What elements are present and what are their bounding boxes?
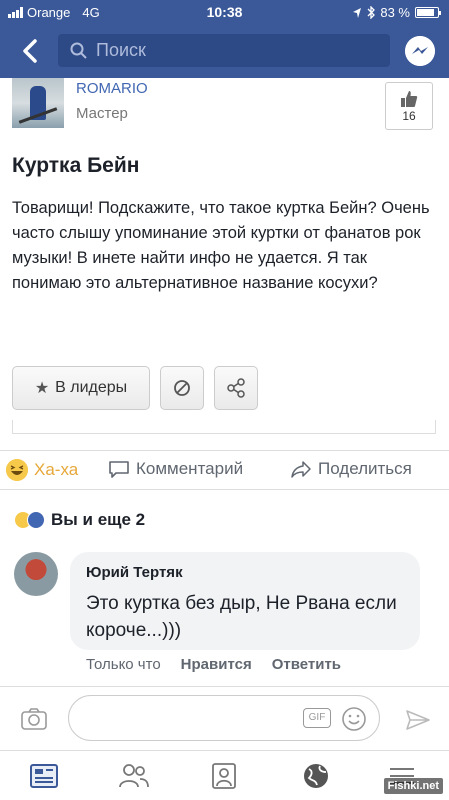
haha-button[interactable]: Ха-ха bbox=[6, 459, 78, 481]
post-header: ROMARIO Мастер 16 bbox=[0, 78, 449, 138]
globe-icon[interactable] bbox=[300, 761, 332, 791]
likers-text: Вы и еще 2 bbox=[51, 510, 146, 529]
camera-icon[interactable] bbox=[20, 707, 48, 731]
author-rank: Мастер bbox=[76, 105, 128, 122]
haha-label: Ха-ха bbox=[34, 460, 79, 479]
like-counter-button[interactable]: 16 bbox=[385, 82, 433, 130]
likers-summary[interactable]: Вы и еще 2 bbox=[14, 510, 145, 530]
block-button[interactable] bbox=[160, 366, 204, 410]
tab-bar: Fishki.net bbox=[0, 750, 449, 800]
like-count: 16 bbox=[402, 109, 416, 123]
reaction-bar: Ха-ха Комментарий Поделиться bbox=[0, 450, 449, 490]
leaders-label: В лидеры bbox=[55, 379, 128, 396]
back-icon[interactable] bbox=[16, 36, 46, 66]
emoji-icon[interactable] bbox=[341, 706, 367, 732]
block-icon bbox=[174, 380, 190, 396]
status-right: 83 % bbox=[352, 5, 441, 20]
share-icon bbox=[291, 461, 311, 478]
comment-composer: GIF bbox=[0, 686, 449, 750]
author-name[interactable]: ROMARIO bbox=[76, 80, 148, 97]
post-body: Товарищи! Подскажите, что такое куртка Б… bbox=[12, 199, 430, 292]
share-label: Поделиться bbox=[318, 459, 412, 478]
gif-button[interactable]: GIF bbox=[303, 708, 331, 728]
reaction-icons bbox=[14, 511, 45, 529]
comment-time: Только что bbox=[86, 656, 161, 673]
comment-button[interactable]: Комментарий bbox=[108, 459, 243, 479]
share-nodes-icon bbox=[227, 378, 245, 398]
leaders-button[interactable]: ★ В лидеры bbox=[12, 366, 150, 410]
news-feed-icon[interactable] bbox=[28, 761, 60, 791]
battery-percent: 83 % bbox=[380, 5, 410, 20]
post-title: Куртка Бейн bbox=[12, 154, 140, 177]
friends-icon[interactable] bbox=[118, 761, 150, 791]
send-icon[interactable] bbox=[405, 709, 431, 731]
comment-text: Это куртка без дыр, Не Рвана если короче… bbox=[86, 593, 397, 641]
search-placeholder: Поиск bbox=[96, 40, 146, 60]
battery-icon bbox=[415, 7, 441, 18]
haha-icon bbox=[6, 459, 28, 481]
like-mini-icon bbox=[27, 511, 45, 529]
comment-meta: Только что Нравится Ответить bbox=[86, 656, 341, 673]
post-frame bbox=[12, 420, 436, 434]
search-input[interactable]: Поиск bbox=[58, 34, 390, 67]
location-icon bbox=[353, 7, 362, 18]
comment-like-button[interactable]: Нравится bbox=[181, 656, 252, 673]
messenger-icon[interactable] bbox=[405, 36, 435, 66]
thumbs-up-icon bbox=[401, 91, 418, 107]
comment-icon bbox=[109, 461, 129, 478]
comment-input[interactable]: GIF bbox=[68, 695, 380, 741]
nav-bar: Поиск bbox=[0, 24, 449, 78]
comment-label: Комментарий bbox=[136, 459, 244, 478]
star-icon: ★ bbox=[34, 380, 50, 397]
profile-icon[interactable] bbox=[208, 761, 240, 791]
commenter-avatar[interactable] bbox=[14, 552, 58, 596]
comment-reply-button[interactable]: Ответить bbox=[272, 656, 341, 673]
author-avatar[interactable] bbox=[12, 78, 64, 128]
search-icon bbox=[70, 42, 87, 59]
post-actions: ★ В лидеры bbox=[12, 366, 258, 410]
share-button[interactable]: Поделиться bbox=[290, 459, 412, 479]
bluetooth-icon bbox=[367, 6, 376, 19]
share-nodes-button[interactable] bbox=[214, 366, 258, 410]
watermark: Fishki.net bbox=[383, 778, 443, 794]
commenter-name[interactable]: Юрий Тертяк bbox=[86, 564, 183, 581]
comment-bubble: Юрий Тертяк Это куртка без дыр, Не Рвана… bbox=[70, 552, 420, 650]
status-bar: Orange 4G 10:38 83 % bbox=[0, 0, 449, 24]
